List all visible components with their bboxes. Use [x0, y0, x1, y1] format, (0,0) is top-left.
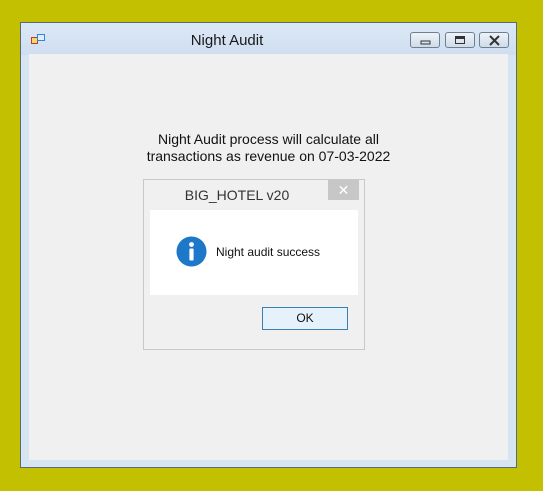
message-box-close-button[interactable]: ✕ — [328, 180, 359, 200]
maximize-icon — [455, 36, 465, 44]
close-button[interactable] — [479, 32, 509, 48]
message-box-body: Night audit success — [150, 210, 358, 295]
window-title: Night Audit — [190, 32, 264, 49]
process-message: Night Audit process will calculate all t… — [29, 131, 508, 165]
ok-button[interactable]: OK — [262, 307, 348, 330]
message-box: BIG_HOTEL v20 ✕ Night audit success OK — [143, 179, 365, 350]
close-icon — [489, 35, 500, 46]
message-box-text: Night audit success — [216, 245, 321, 259]
minimize-button[interactable] — [410, 32, 440, 48]
maximize-button[interactable] — [445, 32, 475, 48]
minimize-icon — [420, 40, 431, 45]
process-message-line2: transactions as revenue on 07-03-2022 — [146, 148, 391, 164]
window-titlebar[interactable]: Night Audit — [21, 23, 516, 55]
process-message-line1: Night Audit process will calculate all — [158, 131, 379, 147]
message-box-title: BIG_HOTEL v20 — [184, 187, 290, 203]
info-icon — [176, 236, 207, 267]
